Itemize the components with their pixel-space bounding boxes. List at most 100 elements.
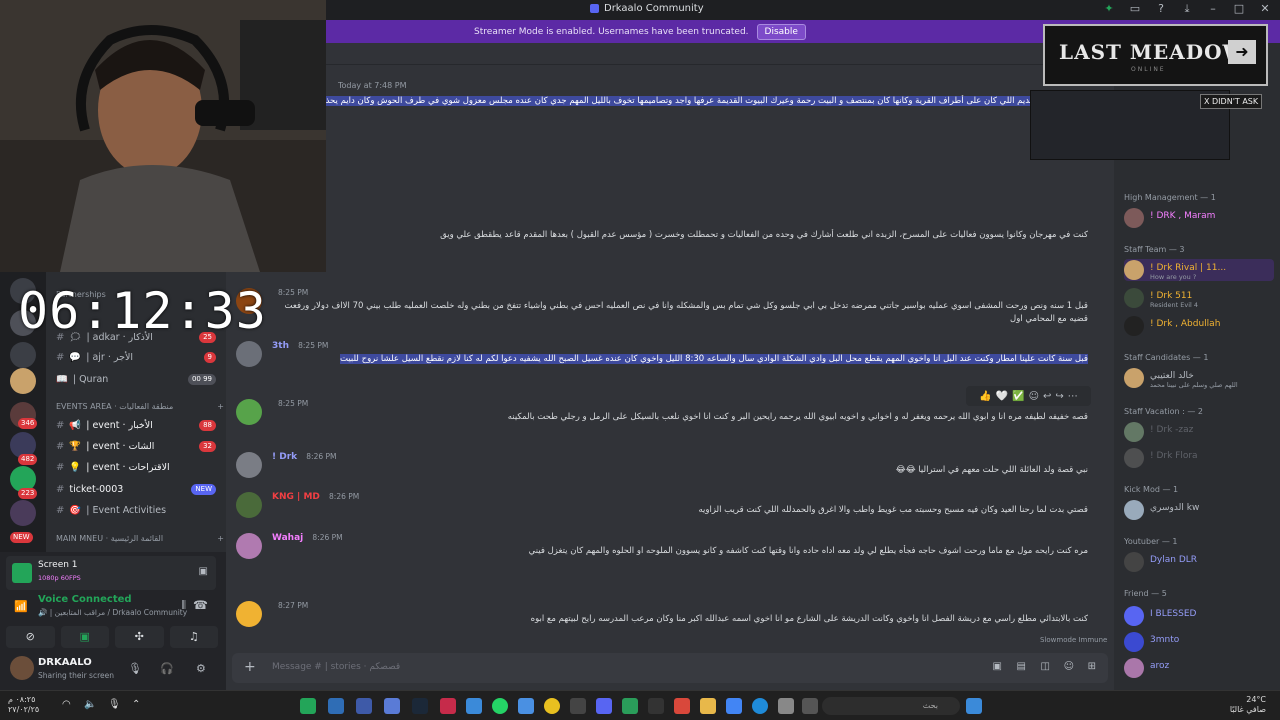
- avatar[interactable]: [236, 399, 262, 425]
- app-icon[interactable]: [726, 698, 742, 714]
- user-info[interactable]: DRKAALO Sharing their screen 🎙 🎧 ⚙: [6, 654, 218, 684]
- app-icon[interactable]: [328, 698, 344, 714]
- message-input[interactable]: Message # | stories · قصصكم: [272, 662, 400, 672]
- channel-item[interactable]: 📖 | Quran 00 99: [56, 370, 224, 388]
- sticker-icon[interactable]: ◫: [1041, 661, 1050, 672]
- apps-icon[interactable]: ⊞: [1088, 661, 1096, 672]
- popout-icon[interactable]: ▣: [199, 566, 208, 577]
- minimize-icon[interactable]: –: [1206, 2, 1220, 16]
- settings-icon[interactable]: ⚙: [196, 662, 206, 675]
- folder-icon[interactable]: [700, 698, 716, 714]
- member-item[interactable]: ! Drk 511 Resident Evil 4: [1124, 287, 1274, 309]
- voice-channel-label[interactable]: 🔊 | مراقب المتابعين / Drkaalo Community: [38, 608, 187, 617]
- screen-share-card[interactable]: Screen 1 1080p 60FPS ▣: [6, 556, 216, 590]
- channel-item[interactable]: # 💡 | event · الاقتراحات: [56, 458, 224, 476]
- member-item[interactable]: ! DRK , Maram: [1124, 207, 1274, 229]
- channel-item[interactable]: # 📢 | event · الأخبار 88: [56, 416, 224, 434]
- message-author[interactable]: ! Drk 8:26 PM: [272, 452, 337, 462]
- app-icon[interactable]: [674, 698, 690, 714]
- wifi-icon[interactable]: ◠: [62, 699, 71, 710]
- member-item[interactable]: 3mnto: [1124, 631, 1274, 653]
- windows-start-icon[interactable]: [966, 698, 982, 714]
- message[interactable]: كنت في مهرجان وكانوا يسوون فعاليات على ا…: [226, 229, 1110, 273]
- help-icon[interactable]: ?: [1154, 2, 1168, 16]
- waveform-icon[interactable]: ⫼: [181, 600, 186, 611]
- maximize-icon[interactable]: □: [1232, 2, 1246, 16]
- app-icon[interactable]: [466, 698, 482, 714]
- app-icon[interactable]: [778, 698, 794, 714]
- channel-item[interactable]: # 🎯 | Event Activities: [56, 501, 224, 519]
- disable-button[interactable]: Disable: [756, 23, 806, 40]
- gift-icon[interactable]: ▣: [993, 661, 1002, 672]
- channel-item[interactable]: # ticket-0003 NEW: [56, 480, 224, 498]
- soundboard-icon[interactable]: ♫: [169, 626, 218, 648]
- camera-off-icon[interactable]: ⊘: [6, 626, 55, 648]
- app-icon[interactable]: [570, 698, 586, 714]
- message[interactable]: 8:25 PM قصه خفيفه لطيفه مره انا و ابوي ا…: [226, 397, 1110, 447]
- activities-icon[interactable]: ✣: [115, 626, 164, 648]
- message-author[interactable]: Wahaj 8:26 PM: [272, 533, 343, 543]
- whatsapp-icon[interactable]: [492, 698, 508, 714]
- add-channel-icon[interactable]: +: [217, 534, 224, 543]
- add-channel-icon[interactable]: +: [217, 402, 224, 411]
- member-item[interactable]: ! Drk Flora: [1124, 447, 1274, 469]
- app-icon[interactable]: [518, 698, 534, 714]
- microphone-icon[interactable]: 🎙: [128, 662, 142, 675]
- channel-item[interactable]: # 💬 | ajr · الأجر 9: [56, 348, 224, 366]
- inbox-icon[interactable]: ▭: [1128, 2, 1142, 16]
- download-icon[interactable]: ⤓: [1180, 2, 1194, 16]
- nitro-icon[interactable]: ✦: [1102, 2, 1116, 16]
- search-box[interactable]: بحث: [822, 697, 960, 715]
- app-icon[interactable]: [440, 698, 456, 714]
- app-icon[interactable]: [300, 698, 316, 714]
- app-icon[interactable]: [384, 698, 400, 714]
- screen-share-icon[interactable]: ▣: [60, 626, 109, 648]
- server-icon[interactable]: [10, 500, 36, 526]
- message-composer[interactable]: + Message # | stories · قصصكم ▣ ▤ ◫ ☺ ⊞: [232, 653, 1108, 683]
- task-view-icon[interactable]: [802, 698, 818, 714]
- member-item[interactable]: ! Drk , Abdullah: [1124, 315, 1274, 337]
- message[interactable]: 8:27 PM كنت بالابتدائي مطلع راسي مع دريش…: [226, 599, 1110, 643]
- emoji-picker-icon[interactable]: ☺: [1064, 661, 1074, 672]
- app-icon[interactable]: [622, 698, 638, 714]
- avatar[interactable]: [236, 492, 262, 518]
- avatar[interactable]: [10, 656, 34, 680]
- weather-widget[interactable]: 24°C صافي غالبًا: [1230, 695, 1266, 715]
- message-author[interactable]: 8:25 PM: [272, 399, 308, 409]
- app-icon[interactable]: [648, 698, 664, 714]
- message[interactable]: KNG | MD 8:26 PM قصتي بدت لما رحنا العيد…: [226, 490, 1110, 524]
- avatar[interactable]: [236, 533, 262, 559]
- message[interactable]: ! Drk 8:26 PM نبي قصة ولد العائلة اللي ح…: [226, 450, 1110, 484]
- message[interactable]: 8:25 PM قبل 1 سنه ونص ورحت المشفى اسوي ع…: [226, 286, 1110, 336]
- member-item[interactable]: الدوسري kw: [1124, 499, 1274, 521]
- member-item[interactable]: ! Drk -zaz: [1124, 421, 1274, 443]
- message-author[interactable]: 3th 8:25 PM: [272, 341, 328, 351]
- avatar[interactable]: [236, 341, 262, 367]
- close-icon[interactable]: ✕: [1258, 2, 1272, 16]
- server-icon[interactable]: [10, 368, 36, 394]
- message[interactable]: Wahaj 8:26 PM مره كنت رايحه مول مع ماما …: [226, 531, 1110, 581]
- member-item[interactable]: I BLESSED: [1124, 605, 1274, 627]
- avatar[interactable]: [236, 601, 262, 627]
- system-clock[interactable]: ٠٨:٢٥ م ٢٧/٠٢/٢٥: [8, 695, 39, 715]
- category-header[interactable]: EVENTS AREA · منطقة الفعاليات +: [56, 402, 224, 411]
- server-icon[interactable]: [10, 342, 36, 368]
- chrome-icon[interactable]: [544, 698, 560, 714]
- app-icon[interactable]: [356, 698, 372, 714]
- category-header[interactable]: MAIN MNEU · القائمة الرئيسية +: [56, 534, 224, 543]
- member-item[interactable]: ! Drk Rival | 11... How are you ?: [1124, 259, 1274, 281]
- discord-icon[interactable]: [596, 698, 612, 714]
- member-item[interactable]: Dylan DLR: [1124, 551, 1274, 573]
- steam-icon[interactable]: [412, 698, 428, 714]
- message-author[interactable]: KNG | MD 8:26 PM: [272, 492, 359, 502]
- gif-icon[interactable]: ▤: [1017, 661, 1026, 672]
- disconnect-icon[interactable]: ☎: [193, 598, 208, 612]
- voice-connected-label[interactable]: Voice Connected: [38, 594, 132, 605]
- headphones-icon[interactable]: 🎧: [160, 662, 174, 675]
- message-author[interactable]: 8:27 PM: [272, 601, 308, 611]
- edge-icon[interactable]: [752, 698, 768, 714]
- member-item[interactable]: aroz: [1124, 657, 1274, 679]
- message[interactable]: فير بيت جدي القديم اللي كان على أطراف ال…: [226, 95, 1110, 171]
- member-item[interactable]: خالد العتيبي اللهم صلي وسلم على نبينا مح…: [1124, 367, 1274, 389]
- speaker-icon[interactable]: 🔈: [84, 699, 96, 710]
